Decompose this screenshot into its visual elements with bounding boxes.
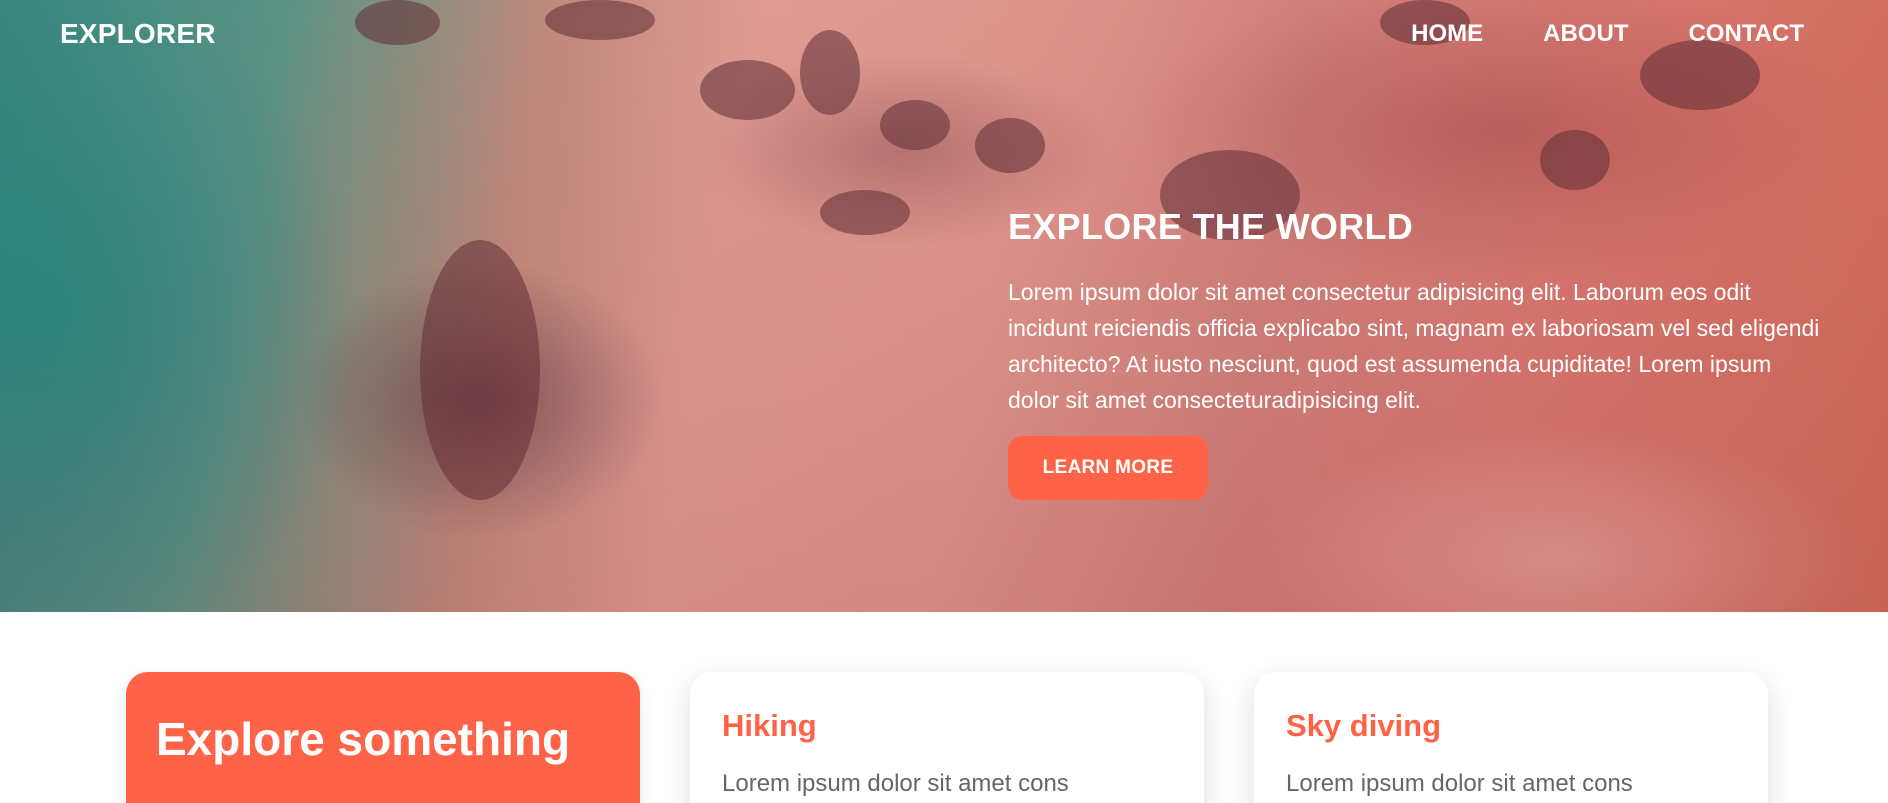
card-explore: Explore something (126, 672, 640, 803)
nav-home[interactable]: HOME (1411, 20, 1483, 48)
hero-section: EXPLORER HOME ABOUT CONTACT EXPLORE THE … (0, 0, 1888, 612)
card-hiking: Hiking Lorem ipsum dolor sit amet cons (690, 672, 1204, 803)
card-hiking-text: Lorem ipsum dolor sit amet cons (722, 770, 1069, 797)
card-hiking-title: Hiking (722, 708, 817, 743)
card-sky-diving-text: Lorem ipsum dolor sit amet cons (1286, 770, 1633, 797)
card-sky-diving: Sky diving Lorem ipsum dolor sit amet co… (1254, 672, 1768, 803)
card-sky-diving-title: Sky diving (1286, 708, 1442, 743)
hero-paragraph: Lorem ipsum dolor sit amet consectetur a… (1008, 279, 1820, 413)
hero-content: EXPLORE THE WORLD Lorem ipsum dolor sit … (1008, 206, 1828, 500)
nav-about[interactable]: ABOUT (1543, 20, 1628, 48)
top-nav: HOME ABOUT CONTACT (1411, 20, 1804, 48)
learn-more-button[interactable]: LEARN MORE (1008, 436, 1208, 500)
nav-contact[interactable]: CONTACT (1688, 20, 1804, 48)
brand-logo[interactable]: EXPLORER (60, 18, 216, 50)
card-explore-title: Explore something (156, 713, 571, 765)
hero-title: EXPLORE THE WORLD (1008, 206, 1414, 247)
